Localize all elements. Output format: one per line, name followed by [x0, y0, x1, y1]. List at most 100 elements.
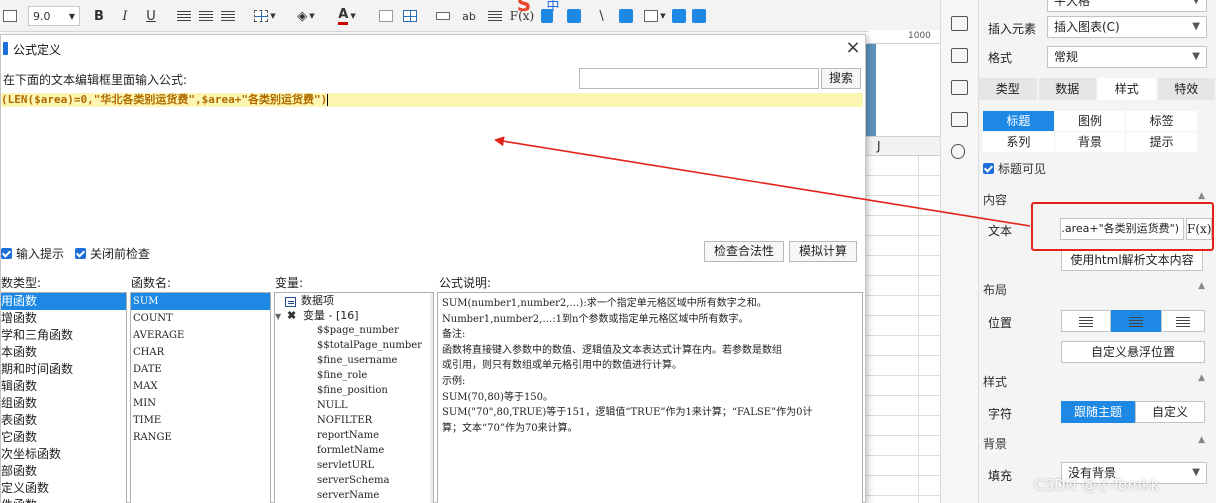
- variable-item[interactable]: $fine_role: [275, 368, 433, 383]
- category-item[interactable]: 辑函数: [1, 378, 126, 395]
- custom-float-button[interactable]: 自定义悬浮位置: [1061, 341, 1205, 363]
- search-input[interactable]: [579, 68, 819, 89]
- input-method-zh-icon[interactable]: 中: [546, 0, 560, 14]
- paragraph-icon[interactable]: [486, 6, 504, 26]
- border-style-icon[interactable]: ▼: [252, 6, 278, 26]
- collapse-icon[interactable]: ▲: [1198, 281, 1205, 291]
- variable-item[interactable]: $$page_number: [275, 323, 433, 338]
- function-item[interactable]: COUNT: [131, 310, 270, 327]
- variable-item[interactable]: formletName: [275, 443, 433, 458]
- chart-tab[interactable]: 数据: [1038, 78, 1096, 100]
- bold-button[interactable]: B: [92, 6, 106, 26]
- dialog-titlebar[interactable]: 公式定义 ×: [1, 35, 865, 61]
- function-item[interactable]: TIME: [131, 412, 270, 429]
- widget-attr-icon[interactable]: [951, 48, 968, 63]
- title-text-field[interactable]: .area+"各类别运货费"): [1060, 218, 1184, 240]
- variable-item[interactable]: reportName: [275, 428, 433, 443]
- subreport-icon[interactable]: [618, 6, 634, 26]
- fill-color-icon[interactable]: ◈ ▼: [290, 6, 322, 26]
- tree-item-data-items[interactable]: 数据项: [275, 293, 433, 308]
- search-button[interactable]: 搜索: [821, 68, 861, 89]
- function-item[interactable]: RANGE: [131, 429, 270, 446]
- hyperlink-attr-icon[interactable]: [951, 112, 968, 127]
- chart-tab[interactable]: 样式: [1098, 78, 1156, 100]
- category-item[interactable]: 用函数: [1, 293, 126, 310]
- collapse-icon[interactable]: ▲: [1198, 191, 1205, 201]
- precheck-checkbox[interactable]: 关闭前检查: [75, 245, 150, 262]
- input-method-s-icon[interactable]: S: [514, 0, 534, 16]
- category-item[interactable]: 件函数: [1, 497, 126, 503]
- style-subtab[interactable]: 提示: [1126, 132, 1197, 152]
- font-color-icon[interactable]: A ▼: [332, 6, 362, 26]
- more-insert-icon[interactable]: ▼: [642, 6, 668, 26]
- sheet-grid[interactable]: [864, 156, 948, 503]
- underline-button[interactable]: U: [144, 6, 158, 26]
- category-item[interactable]: 表函数: [1, 412, 126, 429]
- html-parse-button[interactable]: 使用html解析文本内容: [1061, 249, 1203, 271]
- variable-item[interactable]: $fine_position: [275, 383, 433, 398]
- format-select[interactable]: 常规 ▼: [1047, 46, 1207, 68]
- insert-field-icon[interactable]: [434, 6, 452, 26]
- function-item[interactable]: AVERAGE: [131, 327, 270, 344]
- check-validity-button[interactable]: 检查合法性: [704, 241, 784, 262]
- style-section[interactable]: 样式 ▲: [983, 373, 1213, 390]
- style-subtab[interactable]: 系列: [983, 132, 1054, 152]
- align-center-button[interactable]: [1111, 310, 1161, 332]
- formula-editor[interactable]: [1, 107, 863, 243]
- formula-editor-line[interactable]: (LEN($area)=0,"华北各类别运货费",$area+"各类别运货费"): [1, 93, 863, 107]
- variable-item[interactable]: serverSchema: [275, 473, 433, 488]
- close-icon[interactable]: ×: [843, 37, 863, 59]
- function-item[interactable]: MAX: [131, 378, 270, 395]
- link-icon[interactable]: [951, 144, 965, 159]
- chart-tab[interactable]: 特效: [1157, 78, 1215, 100]
- condition-attr-icon[interactable]: [951, 80, 968, 95]
- custom-font-button[interactable]: 自定义: [1135, 401, 1205, 423]
- formula-button[interactable]: F(x): [1186, 218, 1212, 240]
- category-item[interactable]: 次坐标函数: [1, 446, 126, 463]
- style-subtab[interactable]: 标题: [983, 111, 1054, 131]
- align-right-icon[interactable]: [220, 6, 236, 26]
- content-section[interactable]: 内容 ▲: [983, 191, 1213, 208]
- top-field[interactable]: 平大格 ▼: [1047, 0, 1207, 12]
- variable-item[interactable]: $fine_username: [275, 353, 433, 368]
- style-subtab[interactable]: 图例: [1054, 111, 1126, 131]
- collapse-icon[interactable]: ▲: [1198, 373, 1205, 383]
- background-section[interactable]: 背景 ▲: [983, 435, 1213, 452]
- style-subtab[interactable]: 标签: [1126, 111, 1197, 131]
- title-visible-checkbox[interactable]: 标题可见: [983, 160, 1213, 177]
- cell-attr-icon[interactable]: [951, 16, 968, 31]
- category-item[interactable]: 学和三角函数: [1, 327, 126, 344]
- function-item[interactable]: SUM: [131, 293, 270, 310]
- italic-button[interactable]: I: [118, 6, 132, 26]
- category-item[interactable]: 增函数: [1, 310, 126, 327]
- layout-section[interactable]: 布局 ▲: [983, 281, 1213, 298]
- scrollbar[interactable]: [430, 293, 433, 503]
- font-size-select[interactable]: 9.0 ▼: [28, 6, 80, 26]
- variable-item[interactable]: serverName: [275, 488, 433, 503]
- align-left-icon[interactable]: [176, 6, 192, 26]
- collapse-icon[interactable]: ▲: [1198, 435, 1205, 445]
- category-item[interactable]: 组函数: [1, 395, 126, 412]
- insert-element-select[interactable]: 插入图表(C) ▼: [1047, 16, 1207, 38]
- cell-format-icon[interactable]: [378, 6, 394, 26]
- simulate-button[interactable]: 模拟计算: [789, 241, 857, 262]
- borders-icon[interactable]: [2, 6, 18, 26]
- float-element-icon[interactable]: [672, 6, 686, 26]
- category-item[interactable]: 它函数: [1, 429, 126, 446]
- image-icon[interactable]: [566, 6, 582, 26]
- grid-apps-icon[interactable]: [692, 6, 706, 26]
- variable-item[interactable]: NOFILTER: [275, 413, 433, 428]
- category-item[interactable]: 期和时间函数: [1, 361, 126, 378]
- tree-item-variables[interactable]: ▼ ✖ 变量 - [16]: [275, 308, 433, 323]
- category-item[interactable]: 本函数: [1, 344, 126, 361]
- function-item[interactable]: DATE: [131, 361, 270, 378]
- style-subtab[interactable]: 背景: [1054, 132, 1126, 152]
- variable-item[interactable]: NULL: [275, 398, 433, 413]
- align-center-icon[interactable]: [198, 6, 214, 26]
- expand-arrow-icon[interactable]: ▼: [275, 309, 287, 324]
- slash-icon[interactable]: ∖: [594, 6, 608, 26]
- follow-theme-button[interactable]: 跟随主题: [1061, 401, 1135, 423]
- table-icon[interactable]: [402, 6, 418, 26]
- align-right-button[interactable]: [1161, 310, 1205, 332]
- input-hint-checkbox[interactable]: 输入提示: [1, 245, 64, 262]
